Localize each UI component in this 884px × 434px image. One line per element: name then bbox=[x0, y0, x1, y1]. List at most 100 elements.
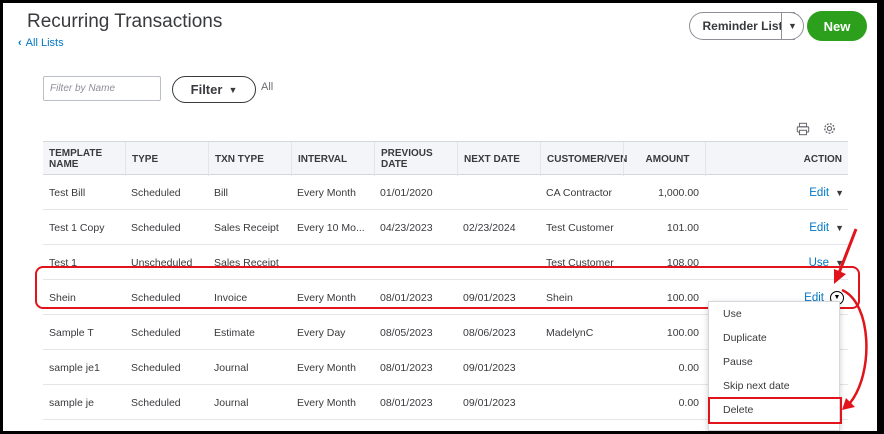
amount: 108.00 bbox=[666, 256, 699, 269]
menu-item-delete[interactable]: Delete bbox=[709, 398, 839, 422]
customer: MadelynC bbox=[546, 326, 594, 339]
menu-item-skip-next-date[interactable]: Skip next date bbox=[709, 374, 839, 398]
template-name: Sample T bbox=[49, 326, 94, 339]
interval: Every Day bbox=[297, 326, 346, 339]
table-row[interactable]: Test 1 Unscheduled Sales Receipt Test Cu… bbox=[43, 245, 848, 280]
interval: Every Month bbox=[297, 291, 356, 304]
menu-item-use[interactable]: Use bbox=[709, 302, 839, 326]
previous-date bbox=[374, 245, 457, 280]
use-link[interactable]: Use bbox=[809, 257, 829, 269]
txn-type: Sales Receipt bbox=[214, 256, 279, 269]
edit-link[interactable]: Edit bbox=[809, 222, 829, 234]
col-txn-type[interactable]: TXN TYPE bbox=[208, 142, 291, 176]
amount: 100.00 bbox=[666, 291, 699, 304]
row-action: Edit ▼ bbox=[809, 210, 844, 245]
col-template-name[interactable]: TEMPLATE NAME bbox=[43, 142, 125, 176]
amount: 0.00 bbox=[678, 396, 699, 409]
previous-date: 01/01/2020 bbox=[380, 186, 433, 199]
caret-down-icon[interactable]: ▼ bbox=[835, 223, 844, 233]
interval: Every Month bbox=[297, 361, 356, 374]
customer bbox=[540, 385, 623, 420]
col-action: ACTION bbox=[705, 142, 848, 176]
template-name: Test Bill bbox=[49, 186, 86, 199]
previous-date: 08/01/2023 bbox=[380, 291, 433, 304]
amount: 100.00 bbox=[666, 326, 699, 339]
txn-type: Journal bbox=[214, 396, 249, 409]
customer: Test Customer bbox=[546, 221, 614, 234]
txn-type: Invoice bbox=[214, 291, 248, 304]
caret-down-icon[interactable]: ▼ bbox=[835, 188, 844, 198]
all-lists-label: All Lists bbox=[25, 37, 64, 49]
txn-type: Bill bbox=[214, 186, 229, 199]
template-name: Test 1 bbox=[49, 256, 78, 269]
filter-label: Filter bbox=[190, 82, 223, 97]
col-type[interactable]: TYPE bbox=[125, 142, 208, 176]
filter-button[interactable]: Filter ▼ bbox=[172, 76, 256, 103]
previous-date: 08/01/2023 bbox=[380, 396, 433, 409]
type: Scheduled bbox=[131, 291, 181, 304]
row-action: Edit ▼ bbox=[809, 175, 844, 210]
previous-date: 08/01/2023 bbox=[380, 361, 433, 374]
next-date: 09/01/2023 bbox=[463, 361, 516, 374]
caret-down-icon: ▼ bbox=[228, 84, 238, 95]
template-name: sample je bbox=[49, 396, 94, 409]
template-name: Shein bbox=[49, 291, 76, 304]
new-button[interactable]: New bbox=[807, 11, 867, 41]
customer bbox=[540, 350, 623, 385]
edit-link[interactable]: Edit bbox=[809, 187, 829, 199]
table-header: TEMPLATE NAME TYPE TXN TYPE INTERVAL PRE… bbox=[43, 141, 848, 176]
page-title: Recurring Transactions bbox=[27, 11, 223, 32]
reminder-list-button[interactable]: Reminder List bbox=[689, 12, 795, 40]
previous-date: 08/05/2023 bbox=[380, 326, 433, 339]
chevron-left-icon: ‹ bbox=[18, 37, 22, 49]
action-dropdown-menu: Use Duplicate Pause Skip next date Delet… bbox=[708, 301, 840, 431]
txn-type: Estimate bbox=[214, 326, 255, 339]
customer: Shein bbox=[546, 291, 573, 304]
row-action: Use ▼ bbox=[809, 245, 844, 280]
next-date bbox=[457, 245, 540, 280]
filter-by-name-input[interactable] bbox=[43, 76, 161, 101]
type: Scheduled bbox=[131, 326, 181, 339]
interval bbox=[291, 245, 374, 280]
template-name: sample je1 bbox=[49, 361, 100, 374]
table-row[interactable]: Test 1 Copy Scheduled Sales Receipt Ever… bbox=[43, 210, 848, 245]
amount: 1,000.00 bbox=[658, 186, 699, 199]
customer: Test Customer bbox=[546, 256, 614, 269]
interval: Every Month bbox=[297, 186, 356, 199]
type: Scheduled bbox=[131, 361, 181, 374]
txn-type: Sales Receipt bbox=[214, 221, 279, 234]
table-row[interactable]: Test Bill Scheduled Bill Every Month 01/… bbox=[43, 175, 848, 210]
gear-icon[interactable] bbox=[822, 121, 837, 136]
type: Scheduled bbox=[131, 186, 181, 199]
customer: CA Contractor bbox=[546, 186, 612, 199]
next-date: 09/01/2023 bbox=[463, 291, 516, 304]
interval: Every Month bbox=[297, 396, 356, 409]
txn-type: Journal bbox=[214, 361, 249, 374]
next-date: 02/23/2024 bbox=[463, 221, 516, 234]
amount: 0.00 bbox=[678, 361, 699, 374]
menu-item-pause[interactable]: Pause bbox=[709, 350, 839, 374]
next-date: 08/06/2023 bbox=[463, 326, 516, 339]
col-previous-date[interactable]: PREVIOUS DATE bbox=[374, 142, 457, 176]
caret-down-icon[interactable]: ▼ bbox=[835, 258, 844, 268]
type: Scheduled bbox=[131, 221, 181, 234]
col-interval[interactable]: INTERVAL bbox=[291, 142, 374, 176]
amount: 101.00 bbox=[666, 221, 699, 234]
previous-date: 04/23/2023 bbox=[380, 221, 433, 234]
print-icon[interactable] bbox=[796, 122, 810, 136]
caret-down-icon: ▼ bbox=[788, 21, 797, 31]
template-name: Test 1 Copy bbox=[49, 221, 105, 234]
next-date bbox=[457, 175, 540, 210]
col-next-date[interactable]: NEXT DATE bbox=[457, 142, 540, 176]
interval: Every 10 Mo... bbox=[297, 221, 365, 234]
all-lists-link[interactable]: ‹ All Lists bbox=[18, 37, 64, 49]
type: Scheduled bbox=[131, 396, 181, 409]
recurring-transactions-page: Recurring Transactions ‹ All Lists Remin… bbox=[10, 3, 874, 431]
col-customer-vendor[interactable]: CUSTOMER/VEN bbox=[540, 142, 627, 176]
col-amount[interactable]: AMOUNT bbox=[623, 142, 705, 176]
reminder-dropdown-button[interactable]: ▼ bbox=[781, 12, 804, 40]
menu-item-duplicate[interactable]: Duplicate bbox=[709, 326, 839, 350]
type: Unscheduled bbox=[131, 256, 193, 269]
filter-status: All bbox=[261, 81, 274, 93]
next-date: 09/01/2023 bbox=[463, 396, 516, 409]
